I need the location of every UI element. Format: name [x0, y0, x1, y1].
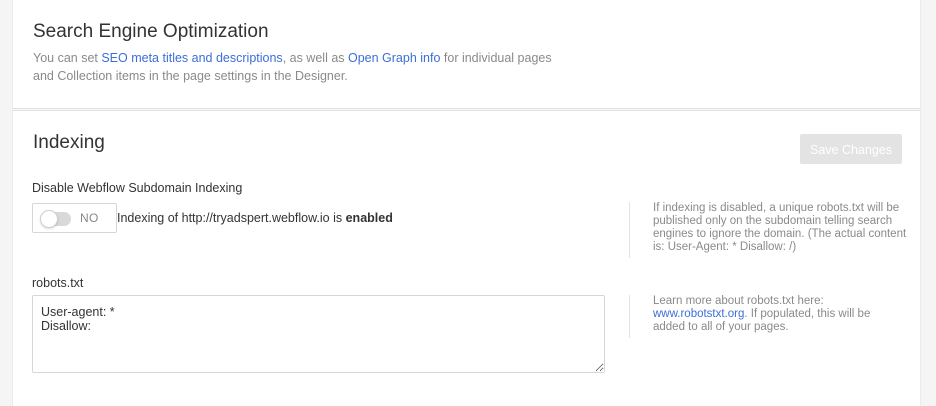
robots-help-prefix: Learn more about robots.txt here:	[653, 295, 824, 307]
toggle-track	[40, 210, 71, 228]
indexing-status: Indexing of http://tryadspert.webflow.io…	[117, 210, 393, 226]
seo-description-text-2: , as well as	[282, 51, 348, 65]
robots-help-text: Learn more about robots.txt here: www.ro…	[629, 295, 904, 338]
subdomain-indexing-label: Disable Webflow Subdomain Indexing	[32, 181, 243, 195]
subdomain-indexing-toggle[interactable]: NO	[32, 203, 117, 233]
indexing-section-title: Indexing	[33, 132, 105, 153]
open-graph-link[interactable]: Open Graph info	[348, 51, 440, 65]
seo-description-text-1: You can set	[33, 51, 102, 65]
toggle-state-label: NO	[80, 211, 99, 225]
toggle-knob	[40, 210, 58, 228]
settings-page: Search Engine Optimization You can set S…	[0, 0, 936, 406]
indexing-status-text: Indexing of http://tryadspert.webflow.io…	[117, 211, 346, 225]
seo-section-title: Search Engine Optimization	[33, 21, 269, 42]
indexing-status-value: enabled	[345, 211, 393, 225]
robots-txt-label: robots.txt	[32, 276, 84, 290]
robotstxt-org-link[interactable]: www.robotstxt.org	[653, 308, 744, 320]
save-changes-button[interactable]: Save Changes	[800, 134, 902, 164]
seo-meta-link[interactable]: SEO meta titles and descriptions	[101, 51, 282, 65]
seo-section: Search Engine Optimization You can set S…	[12, 0, 921, 109]
robots-txt-textarea[interactable]	[32, 295, 605, 373]
indexing-section: Indexing Save Changes Disable Webflow Su…	[12, 110, 921, 406]
seo-description: You can set SEO meta titles and descript…	[33, 49, 573, 85]
indexing-help-text: If indexing is disabled, a unique robots…	[629, 202, 914, 258]
